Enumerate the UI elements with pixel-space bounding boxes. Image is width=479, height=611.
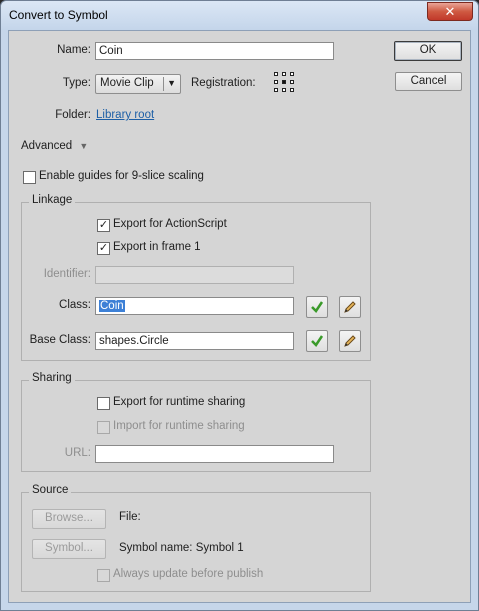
url-label: URL: bbox=[64, 447, 91, 459]
folder-label: Folder: bbox=[55, 109, 91, 121]
registration-label: Registration: bbox=[191, 77, 256, 89]
export-frame1-checkbox[interactable]: ✓ bbox=[97, 242, 110, 255]
close-button[interactable]: ✕ bbox=[427, 2, 473, 21]
export-actionscript-label: Export for ActionScript bbox=[113, 218, 227, 230]
identifier-input[interactable] bbox=[95, 266, 294, 284]
class-input[interactable]: Coin bbox=[95, 297, 294, 315]
chevron-down-icon: ▼ bbox=[167, 78, 176, 88]
registration-grid-icon[interactable] bbox=[274, 72, 296, 94]
source-title: Source bbox=[29, 484, 72, 496]
convert-to-symbol-dialog: Convert to Symbol ✕ Name: Coin OK Cancel… bbox=[0, 0, 479, 611]
export-runtime-label: Export for runtime sharing bbox=[113, 396, 246, 408]
advanced-label: Advanced bbox=[21, 140, 73, 152]
browse-button[interactable]: Browse... bbox=[32, 509, 106, 529]
base-class-label: Base Class: bbox=[29, 334, 91, 346]
ok-button[interactable]: OK bbox=[394, 41, 462, 61]
linkage-title: Linkage bbox=[29, 194, 76, 206]
symbol-name-text: Symbol name: Symbol 1 bbox=[119, 542, 244, 554]
sharing-title: Sharing bbox=[29, 372, 75, 384]
name-label: Name: bbox=[57, 44, 91, 56]
identifier-label: Identifier: bbox=[43, 268, 91, 280]
symbol-button[interactable]: Symbol... bbox=[32, 539, 106, 559]
pencil-icon bbox=[344, 301, 356, 313]
base-class-input[interactable]: shapes.Circle bbox=[95, 332, 294, 350]
name-input[interactable]: Coin bbox=[95, 42, 334, 60]
import-runtime-checkbox[interactable] bbox=[97, 421, 110, 434]
type-dropdown[interactable]: Movie Clip ▼ bbox=[95, 74, 181, 94]
nine-slice-checkbox[interactable] bbox=[23, 171, 36, 184]
nine-slice-label: Enable guides for 9-slice scaling bbox=[39, 170, 204, 182]
folder-link[interactable]: Library root bbox=[96, 109, 154, 121]
validate-base-class-button[interactable] bbox=[306, 330, 328, 352]
pencil-icon bbox=[344, 335, 356, 347]
export-actionscript-checkbox[interactable]: ✓ bbox=[97, 219, 110, 232]
dialog-body: Name: Coin OK Cancel Type: Movie Clip ▼ … bbox=[8, 30, 471, 603]
checkmark-icon bbox=[311, 301, 324, 313]
advanced-toggle[interactable]: Advanced ▼ bbox=[21, 140, 88, 152]
title-bar[interactable]: Convert to Symbol ✕ bbox=[1, 1, 478, 30]
cancel-button[interactable]: Cancel bbox=[395, 72, 462, 91]
close-icon: ✕ bbox=[444, 4, 456, 19]
always-update-label: Always update before publish bbox=[113, 568, 264, 580]
export-runtime-checkbox[interactable] bbox=[97, 397, 110, 410]
import-runtime-label: Import for runtime sharing bbox=[113, 420, 245, 432]
always-update-checkbox[interactable] bbox=[97, 569, 110, 582]
url-input[interactable] bbox=[95, 445, 334, 463]
triangle-down-icon: ▼ bbox=[79, 141, 89, 151]
validate-class-button[interactable] bbox=[306, 296, 328, 318]
class-label: Class: bbox=[59, 299, 91, 311]
file-label: File: bbox=[119, 511, 141, 523]
edit-class-button[interactable] bbox=[339, 296, 361, 318]
dropdown-separator bbox=[163, 77, 164, 91]
edit-base-class-button[interactable] bbox=[339, 330, 361, 352]
window-title: Convert to Symbol bbox=[9, 8, 108, 22]
type-dropdown-value: Movie Clip bbox=[100, 77, 154, 89]
export-frame1-label: Export in frame 1 bbox=[113, 241, 201, 253]
checkmark-icon bbox=[311, 335, 324, 347]
class-input-selected-text: Coin bbox=[99, 300, 125, 312]
type-label: Type: bbox=[62, 77, 91, 89]
